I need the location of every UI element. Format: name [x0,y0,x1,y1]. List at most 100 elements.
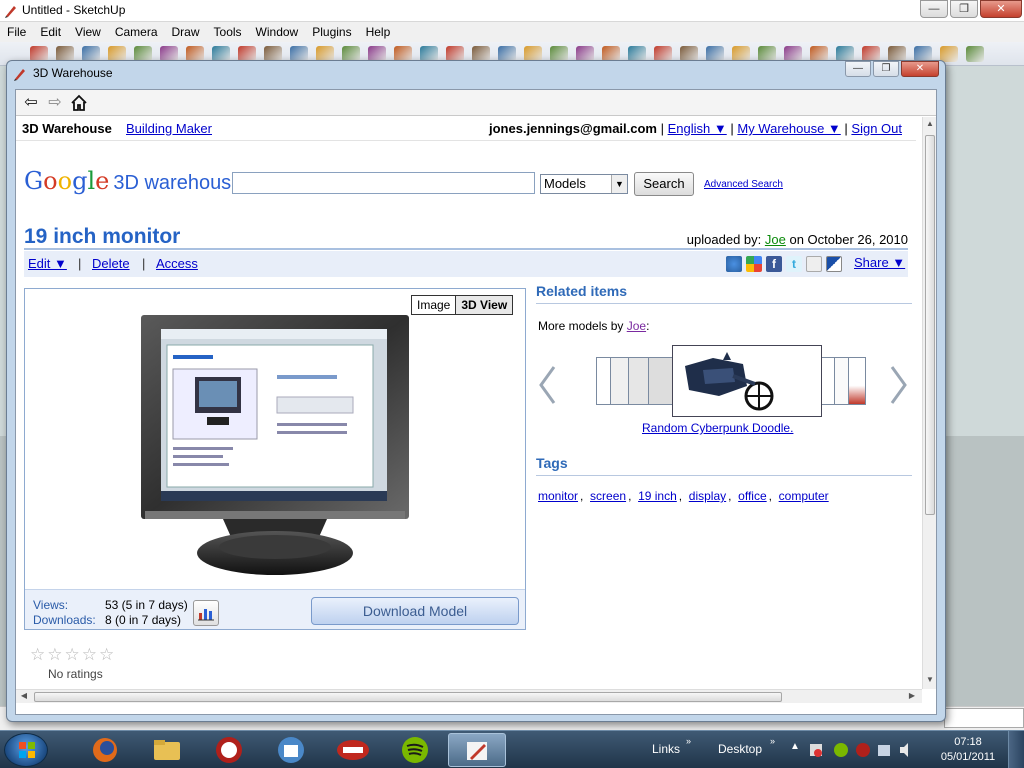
page-horizontal-scrollbar[interactable]: ◀ ▶ [16,689,922,703]
tag-link[interactable]: display [689,489,726,503]
featured-thumbnail[interactable] [672,345,822,417]
google-earth-icon[interactable] [966,46,984,62]
tag-link[interactable]: 19 inch [638,489,677,503]
start-button[interactable] [4,733,48,767]
warehouse-dialog: 3D Warehouse — ❐ ✕ ⇦ ⇨ 3D Warehouse Buil… [6,60,946,722]
measurements-box[interactable] [944,708,1024,728]
building-maker-link[interactable]: Building Maker [126,121,212,136]
windows-logo-icon [19,742,35,758]
related-thumbnail[interactable] [648,357,674,405]
share-component-icon[interactable] [940,46,958,62]
back-arrow-icon[interactable]: ⇦ [22,94,40,112]
dialog-close-button[interactable]: ✕ [901,61,939,77]
menu-edit[interactable]: Edit [33,22,68,42]
network-icon[interactable] [878,745,890,756]
spotify-tray-icon[interactable] [834,743,848,757]
menu-view[interactable]: View [68,22,108,42]
system-clock[interactable]: 07:18 05/01/2011 [938,735,998,765]
tray-expand-icon[interactable]: ▲ [790,741,800,752]
search-input[interactable] [232,172,535,194]
delicious-icon[interactable] [826,256,842,272]
share-icons: f t [726,256,842,272]
menu-file[interactable]: File [0,22,33,42]
bar-chart-icon [198,609,214,621]
vertical-scroll-thumb[interactable] [925,135,935,515]
share-link[interactable]: Share ▼ [854,255,905,270]
carousel-next-arrow-icon[interactable] [890,365,908,405]
facebook-icon[interactable]: f [766,256,782,272]
bulldog-tray-icon[interactable] [856,743,870,757]
sketchup-taskbar-button[interactable] [448,733,506,767]
advanced-search-link[interactable]: Advanced Search [704,179,783,190]
minimize-button[interactable]: — [920,0,948,18]
tag-link[interactable]: computer [779,489,829,503]
podcast-taskbar-button[interactable] [324,733,382,767]
delete-link[interactable]: Delete [92,256,130,271]
explorer-taskbar-button[interactable] [138,733,196,767]
horizontal-scroll-thumb[interactable] [34,692,782,702]
search-button[interactable]: Search [634,172,694,196]
model-viewer[interactable]: Image 3D View Views: 53 (5 in 7 days) Do… [24,288,526,630]
page-vertical-scrollbar[interactable]: ▲ ▼ [922,117,936,689]
spotify-taskbar-button[interactable] [386,733,444,767]
my-warehouse-link[interactable]: My Warehouse ▼ [737,121,840,136]
forward-arrow-icon[interactable]: ⇨ [46,94,64,112]
tag-link[interactable]: monitor [538,489,578,503]
menu-window[interactable]: Window [249,22,306,42]
menu-help[interactable]: Help [359,22,398,42]
calendar-taskbar-button[interactable] [262,733,320,767]
rating-star-icon[interactable]: ☆ [82,645,99,664]
edit-menu-link[interactable]: Edit ▼ [28,256,67,271]
menu-plugins[interactable]: Plugins [305,22,358,42]
links-toolbar[interactable]: Links [652,742,680,756]
google-3d-warehouse-logo[interactable]: Google 3D warehouse [24,167,242,195]
twitter-icon[interactable]: t [786,256,802,272]
rating-star-icon[interactable]: ☆ [99,645,116,664]
menu-camera[interactable]: Camera [108,22,165,42]
menu-draw[interactable]: Draw [165,22,207,42]
scroll-up-icon[interactable]: ▲ [925,119,935,131]
app-taskbar-button[interactable] [200,733,258,767]
scroll-right-icon[interactable]: ▶ [906,691,918,703]
search-scope-select[interactable]: Models ▼ [540,174,628,194]
tag-link[interactable]: screen [590,489,626,503]
stats-chart-button[interactable] [193,600,219,626]
rating-star-icon[interactable]: ☆ [65,645,82,664]
section-divider [536,303,912,304]
close-button[interactable]: ✕ [980,0,1022,18]
dialog-maximize-button[interactable]: ❐ [873,61,899,77]
sign-out-link[interactable]: Sign Out [851,121,902,136]
carousel-prev-arrow-icon[interactable] [538,365,556,405]
volume-icon[interactable] [900,743,908,757]
rating-stars[interactable]: ☆☆☆☆☆ [30,645,116,665]
show-desktop-button[interactable] [1008,731,1024,768]
desktop-toolbar[interactable]: Desktop [718,742,762,756]
myspace-icon[interactable] [806,256,822,272]
download-model-button[interactable]: Download Model [311,597,519,625]
more-models-user-link[interactable]: Joe [627,319,646,333]
home-icon[interactable] [70,94,88,112]
access-link[interactable]: Access [156,256,198,271]
upload-date: on October 26, 2010 [789,232,908,247]
chevron-icon[interactable]: » [686,736,691,746]
scroll-left-icon[interactable]: ◀ [18,691,30,703]
uploader-link[interactable]: Joe [765,232,786,247]
related-thumbnail[interactable] [848,357,866,405]
menu-tools[interactable]: Tools [207,22,249,42]
language-link[interactable]: English ▼ [668,121,727,136]
maximize-button[interactable]: ❐ [950,0,978,18]
firefox-icon [93,738,117,762]
featured-item-link[interactable]: Random Cyberpunk Doodle. [642,421,793,435]
messenger-share-icon[interactable] [726,256,742,272]
chevron-icon[interactable]: » [770,736,775,746]
google-share-icon[interactable] [746,256,762,272]
dialog-minimize-button[interactable]: — [845,61,871,77]
scroll-down-icon[interactable]: ▼ [925,675,935,687]
related-thumbnail[interactable] [628,357,650,405]
tab-3d-view[interactable]: 3D View [455,296,513,314]
rating-star-icon[interactable]: ☆ [47,645,64,664]
firefox-taskbar-button[interactable] [76,733,134,767]
rating-star-icon[interactable]: ☆ [30,645,47,664]
tab-image[interactable]: Image [412,296,456,314]
tag-link[interactable]: office [738,489,766,503]
